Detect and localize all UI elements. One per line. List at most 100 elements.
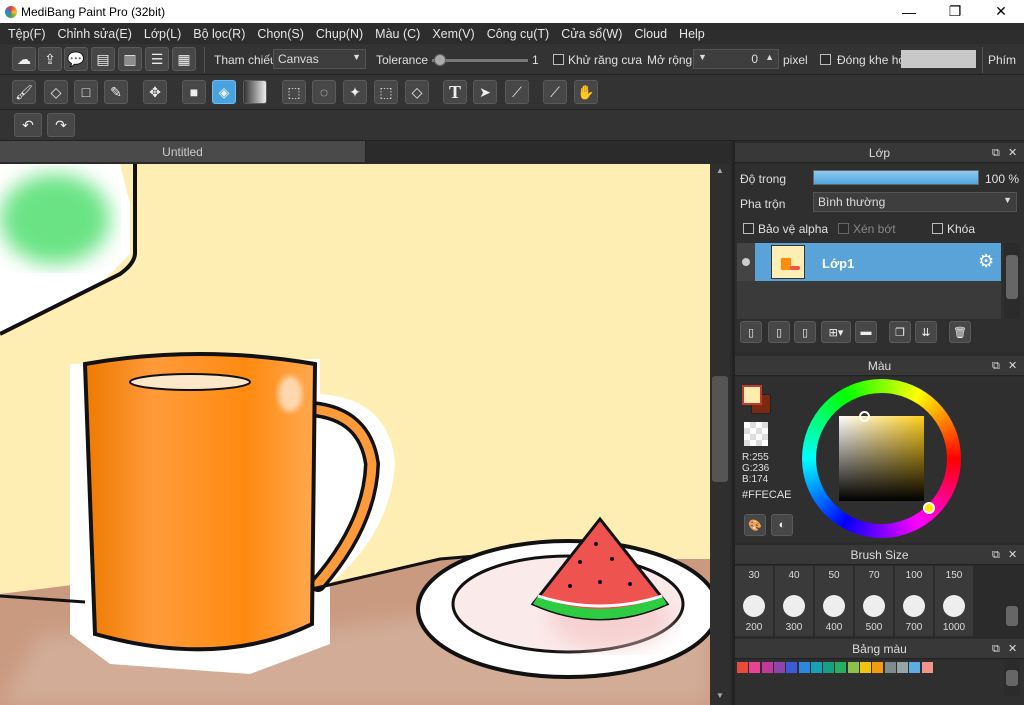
bucket-tool-icon[interactable]: ◈ [212, 80, 236, 104]
palette-swatch[interactable] [921, 662, 933, 673]
tolerance-slider[interactable] [432, 54, 528, 66]
minimize-button[interactable]: — [886, 0, 932, 23]
clip-checkbox[interactable] [838, 223, 849, 234]
brush-tool-icon[interactable]: 🖌 [12, 80, 36, 104]
brush-size-cell[interactable]: 150 1000 [935, 566, 973, 636]
palette-swatch[interactable] [835, 662, 847, 673]
saturation-value-square[interactable] [839, 416, 924, 501]
undock-icon[interactable]: ⧉ [992, 356, 1000, 376]
antialias-checkbox[interactable] [553, 54, 564, 65]
color-wheel[interactable] [802, 379, 961, 538]
move-tool-icon[interactable]: ✥ [143, 80, 167, 104]
palette-swatch[interactable] [810, 662, 822, 673]
undock-icon[interactable]: ⧉ [992, 143, 1000, 163]
list-icon[interactable]: ☰ [145, 47, 169, 71]
palette-swatch[interactable] [786, 662, 798, 673]
speech-bubble-icon[interactable]: 💬 [64, 47, 88, 71]
menu-edit[interactable]: Chỉnh sửa(E) [58, 27, 132, 41]
palette-scrollbar[interactable] [1004, 660, 1020, 696]
text-tool-icon[interactable]: T [443, 80, 467, 104]
hue-picker-handle[interactable] [923, 502, 935, 514]
menu-file[interactable]: Tệp(F) [8, 27, 46, 41]
cloud-icon[interactable]: ☁ [12, 47, 36, 71]
palette-swatch[interactable] [798, 662, 810, 673]
menu-view[interactable]: Xem(V) [432, 27, 474, 41]
document-tab[interactable]: Untitled [0, 141, 366, 162]
palette-swatch[interactable] [761, 662, 773, 673]
expand-input[interactable]: ▼ 0 ▲ [693, 49, 779, 69]
folder-icon[interactable]: ▬ [855, 321, 877, 343]
tolerance-slider-handle[interactable] [433, 54, 446, 66]
layer-scrollbar[interactable] [1004, 243, 1020, 319]
add-layer-menu-icon[interactable]: ⊞▾ [821, 321, 851, 343]
new-layer-icon[interactable]: ▯ [740, 321, 762, 343]
undo-icon[interactable]: ↶ [14, 113, 42, 137]
palette-swatch[interactable] [909, 662, 921, 673]
menu-window[interactable]: Cửa sổ(W) [561, 27, 622, 41]
undock-icon[interactable]: ⧉ [992, 639, 1000, 659]
share-icon[interactable]: ⇪ [38, 47, 62, 71]
grid-edit-icon[interactable]: ▦ [172, 47, 196, 71]
scroll-up-icon[interactable]: ▲ [716, 166, 724, 175]
gear-icon[interactable]: ⚙ [978, 251, 994, 272]
panel-close-icon[interactable]: ✕ [1008, 356, 1017, 376]
palette-swatch[interactable] [896, 662, 908, 673]
menu-filter[interactable]: Bộ lọc(R) [193, 27, 245, 41]
menu-help[interactable]: Help [679, 27, 705, 41]
palette-swatch[interactable] [872, 662, 884, 673]
panel-close-icon[interactable]: ✕ [1008, 143, 1017, 163]
brush-size-scrollbar[interactable] [1004, 566, 1020, 634]
trash-icon[interactable]: 🗑 [949, 321, 971, 343]
close-gap-field[interactable] [901, 50, 976, 68]
undock-icon[interactable]: ⧉ [992, 545, 1000, 565]
lasso-tool-icon[interactable]: ◌ [312, 80, 336, 104]
canvas-scroll-thumb[interactable] [712, 376, 728, 482]
maximize-button[interactable]: ❐ [932, 0, 978, 23]
duplicate-layer-icon[interactable]: ❐ [889, 321, 911, 343]
transparent-color-icon[interactable] [744, 422, 768, 446]
redo-icon[interactable]: ↷ [47, 113, 75, 137]
divide-tool-icon[interactable]: ⟋ [505, 80, 529, 104]
dot-tool-icon[interactable]: □ [74, 80, 98, 104]
menu-color[interactable]: Màu (C) [375, 27, 420, 41]
eyedropper-tool-icon[interactable]: ⟋ [543, 80, 567, 104]
palette-swatch[interactable] [823, 662, 835, 673]
magic-wand-tool-icon[interactable]: ✦ [343, 80, 367, 104]
new-1bit-layer-icon[interactable]: ▯ [794, 321, 816, 343]
menu-capture[interactable]: Chụp(N) [316, 27, 363, 41]
reference-select[interactable]: Canvas ▼ [273, 49, 366, 69]
page-icon[interactable]: ▥ [118, 47, 142, 71]
select-pen-tool-icon[interactable]: ⬚ [374, 80, 398, 104]
brush-size-cell[interactable]: 50 400 [815, 566, 853, 636]
hand-tool-icon[interactable]: ✋ [574, 80, 598, 104]
gradient-tool-icon[interactable] [243, 80, 267, 104]
pen-tool-icon[interactable]: ✎ [104, 80, 128, 104]
menu-tools[interactable]: Công cụ(T) [487, 27, 550, 41]
color-palette-icon[interactable]: ◐ [771, 514, 793, 536]
sv-picker-handle[interactable] [859, 411, 870, 422]
new-8bit-layer-icon[interactable]: ▯ [768, 321, 790, 343]
lock-checkbox[interactable] [932, 223, 943, 234]
layer-row[interactable]: Lớp1 ⚙ [737, 243, 1001, 281]
merge-layer-icon[interactable]: ⇊ [915, 321, 937, 343]
panel-close-icon[interactable]: ✕ [1008, 639, 1017, 659]
brush-size-cell[interactable]: 70 500 [855, 566, 893, 636]
opacity-slider[interactable] [813, 170, 979, 185]
comment-icon[interactable]: ▤ [91, 47, 115, 71]
drawing-canvas[interactable] [0, 164, 710, 705]
palette-swatch[interactable] [847, 662, 859, 673]
brush-size-cell[interactable]: 40 300 [775, 566, 813, 636]
palette-swatch[interactable] [749, 662, 761, 673]
palette-swatch[interactable] [773, 662, 785, 673]
rect-select-tool-icon[interactable]: ⬚ [282, 80, 306, 104]
palette-swatch[interactable] [860, 662, 871, 673]
palette-swatch[interactable] [884, 662, 896, 673]
menu-layer[interactable]: Lớp(L) [144, 27, 181, 41]
palette-icon[interactable]: 🎨 [744, 514, 766, 536]
brush-size-cell[interactable]: 100 700 [895, 566, 933, 636]
foreground-color-swatch[interactable] [742, 385, 762, 405]
scroll-down-icon[interactable]: ▼ [716, 691, 724, 700]
select-eraser-tool-icon[interactable]: ◇ [405, 80, 429, 104]
panel-close-icon[interactable]: ✕ [1008, 545, 1017, 565]
close-button[interactable]: ✕ [978, 0, 1024, 23]
